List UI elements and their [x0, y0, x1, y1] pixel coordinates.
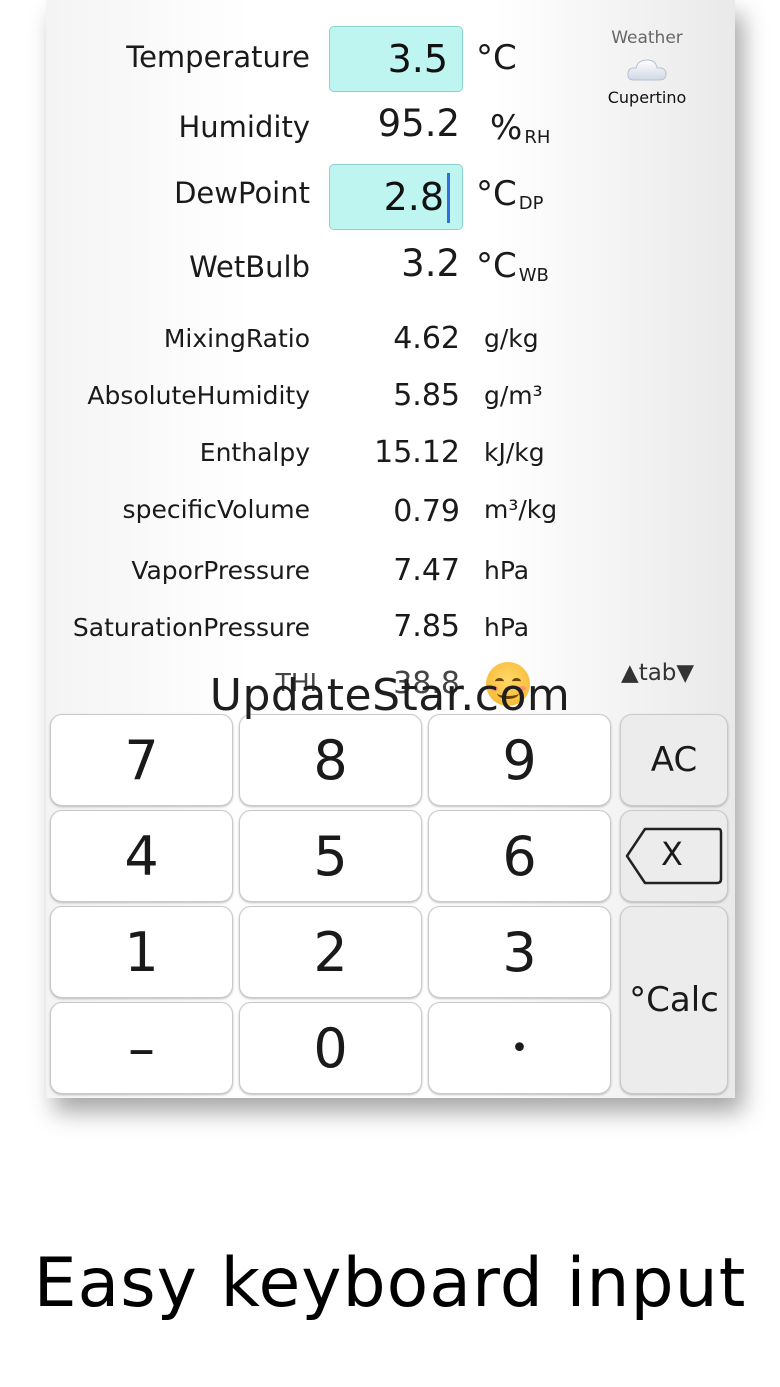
enthalpy-row: Enthalpy 15.12 kJ/kg: [46, 434, 735, 474]
dewpoint-input[interactable]: 2.8: [329, 164, 463, 230]
key-2[interactable]: 2: [239, 906, 422, 998]
wetbulb-value[interactable]: 3.2: [401, 242, 460, 285]
enthalpy-unit: kJ/kg: [484, 438, 545, 467]
key-3[interactable]: 3: [428, 906, 611, 998]
key-4[interactable]: 4: [50, 810, 233, 902]
specific-volume-unit: m³/kg: [484, 495, 558, 524]
mixing-ratio-unit: g/kg: [484, 324, 539, 353]
backspace-icon: X: [625, 827, 723, 885]
humidity-value[interactable]: 95.2: [378, 102, 460, 145]
absolute-humidity-unit: g/m³: [484, 381, 543, 410]
temperature-input[interactable]: 3.5: [329, 26, 463, 92]
key-calc[interactable]: °Calc: [620, 906, 728, 1094]
saturation-pressure-label: SaturationPressure: [72, 613, 310, 642]
cloud-icon: [626, 56, 668, 82]
dewpoint-label: DewPoint: [174, 176, 310, 210]
key-8[interactable]: 8: [239, 714, 422, 806]
absolute-humidity-label: AbsoluteHumidity: [87, 381, 310, 410]
watermark: UpdateStar.com: [209, 670, 571, 721]
weather-widget[interactable]: Weather Cupertino: [591, 28, 703, 107]
specific-volume-value: 0.79: [393, 494, 460, 529]
text-caret: [447, 173, 450, 223]
mixing-ratio-value: 4.62: [393, 321, 460, 356]
backspace-label: X: [661, 835, 683, 873]
wetbulb-label: WetBulb: [189, 250, 310, 284]
key-backspace[interactable]: X: [620, 810, 728, 902]
key-0[interactable]: 0: [239, 1002, 422, 1094]
vapor-pressure-unit: hPa: [484, 556, 530, 585]
mixing-ratio-label: MixingRatio: [163, 324, 310, 353]
saturation-pressure-value: 7.85: [393, 609, 460, 644]
weather-city: Cupertino: [607, 88, 687, 107]
dewpoint-value: 2.8: [383, 175, 444, 219]
saturation-pressure-unit: hPa: [484, 613, 530, 642]
wetbulb-unit: °C WB: [476, 246, 549, 286]
key-5[interactable]: 5: [239, 810, 422, 902]
temperature-value: 3.5: [387, 37, 448, 81]
key-9[interactable]: 9: [428, 714, 611, 806]
vapor-pressure-row: VaporPressure 7.47 hPa: [46, 552, 735, 592]
absolute-humidity-value: 5.85: [393, 378, 460, 413]
specific-volume-row: specificVolume 0.79 m³/kg: [46, 491, 735, 531]
key-1[interactable]: 1: [50, 906, 233, 998]
humidity-label: Humidity: [178, 110, 311, 144]
weather-title: Weather: [611, 28, 683, 48]
saturation-pressure-row: SaturationPressure 7.85 hPa: [46, 609, 735, 649]
app-screen: Temperature 3.5 °C Humidity 95.2 % RH Dew…: [46, 0, 735, 1098]
key-ac[interactable]: AC: [620, 714, 728, 806]
specific-volume-label: specificVolume: [122, 495, 310, 524]
wetbulb-row: WetBulb 3.2 °C WB: [46, 236, 735, 298]
humidity-unit: % RH: [490, 108, 551, 148]
key-7[interactable]: 7: [50, 714, 233, 806]
dewpoint-unit: °C DP: [476, 174, 544, 214]
enthalpy-value: 15.12: [374, 435, 460, 470]
dewpoint-row: DewPoint 2.8 °C DP: [46, 164, 735, 232]
vapor-pressure-value: 7.47: [393, 553, 460, 588]
temperature-unit: °C: [476, 38, 517, 78]
key-minus[interactable]: –: [50, 1002, 233, 1094]
vapor-pressure-label: VaporPressure: [131, 556, 310, 585]
caption: Easy keyboard input: [33, 1244, 747, 1323]
key-6[interactable]: 6: [428, 810, 611, 902]
absolute-humidity-row: AbsoluteHumidity 5.85 g/m³: [46, 377, 735, 417]
temperature-label: Temperature: [126, 40, 310, 74]
enthalpy-label: Enthalpy: [199, 438, 310, 467]
mixing-ratio-row: MixingRatio 4.62 g/kg: [46, 320, 735, 360]
key-decimal-point[interactable]: •: [428, 1002, 611, 1094]
